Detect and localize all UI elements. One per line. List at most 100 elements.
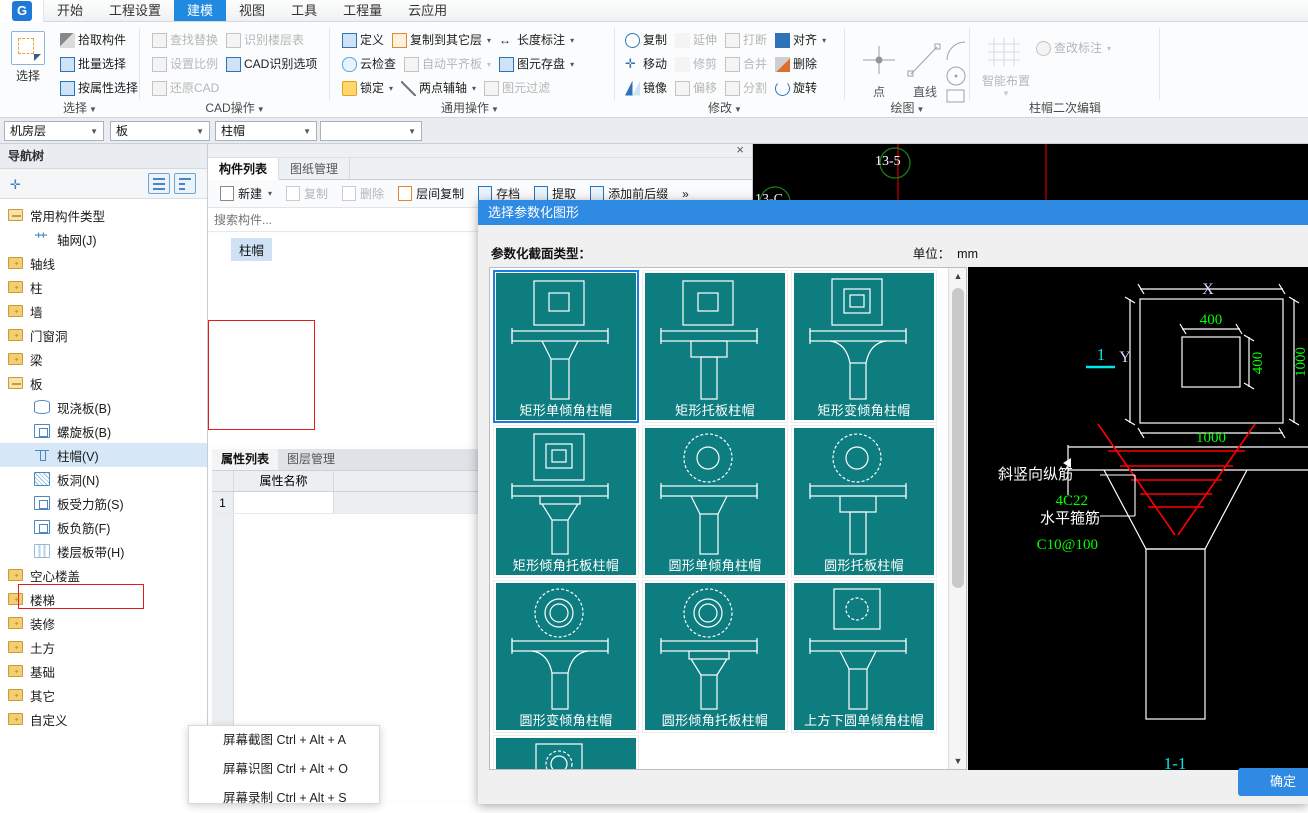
smart-layout-button[interactable]: 智能布置 ▼ [982,36,1030,98]
ribbon-item-rotate[interactable]: 旋转 [771,77,821,99]
tree-node-4[interactable]: 墙 [0,299,207,323]
ribbon-item-mirror[interactable]: 镜像 [621,77,671,99]
tree-node-12[interactable]: 板受力筋(S) [0,491,207,515]
tree-node-18[interactable]: 土方 [0,635,207,659]
ribbon-item-auto-align-slab[interactable]: 自动平齐板 ▾ [400,53,495,75]
tree-node-6[interactable]: 梁 [0,347,207,371]
draw-tool-point[interactable]: 点 [857,38,901,100]
row-value[interactable] [334,492,482,513]
menu-item-5[interactable]: 工程量 [330,0,395,21]
ribbon-item-length-dimension[interactable]: ↔ 长度标注 ▾ [495,29,578,51]
ribbon-item-offset[interactable]: 偏移 [671,77,721,99]
scroll-down-icon[interactable]: ▼ [949,753,966,769]
shape-grid-scrollbar[interactable]: ▲ ▼ [948,268,966,769]
tree-node-9[interactable]: 螺旋板(B) [0,419,207,443]
ribbon-item-restore-cad[interactable]: 还原CAD [148,77,223,99]
component-toolbar-delete[interactable]: 删除 [336,183,390,205]
draw-tool-line[interactable]: 直线 [903,38,947,100]
shape-option-6[interactable]: 圆形变倾角柱帽 [493,580,639,733]
tree-node-8[interactable]: 现浇板(B) [0,395,207,419]
ribbon-item-copy[interactable]: 复制 [621,29,671,51]
tree-node-19[interactable]: 基础 [0,659,207,683]
component-toolbar-copy[interactable]: 复制 [280,183,334,205]
ribbon-item-break[interactable]: 打断 [721,29,771,51]
shape-option-1[interactable]: 矩形托板柱帽 [642,270,788,423]
tab-component-list[interactable]: 构件列表 [208,158,280,180]
scroll-up-icon[interactable]: ▲ [949,268,966,284]
list-item[interactable]: 柱帽 [231,238,273,261]
tree-node-20[interactable]: 其它 [0,683,207,707]
ribbon-group-label-general[interactable]: 通用操作 ▼ [400,99,540,116]
floor-select[interactable]: 机房层 ▼ [4,121,104,141]
detail-view-icon[interactable] [174,173,196,194]
shape-option-7[interactable]: 圆形倾角托板柱帽 [642,580,788,733]
ribbon-group-label-cad[interactable]: CAD操作 ▼ [170,99,300,116]
ribbon-item-edit-dimension[interactable]: 查改标注 ▾ [1032,37,1115,59]
tree-node-13[interactable]: 板负筋(F) [0,515,207,539]
component-toolbar-interfloor-copy[interactable]: 层间复制 [392,183,470,205]
tree-node-1[interactable]: 轴网(J) [0,227,207,251]
tree-node-2[interactable]: 轴线 [0,251,207,275]
ribbon-item-align[interactable]: 对齐 ▾ [771,29,830,51]
ribbon-item-extend[interactable]: 延伸 [671,29,721,51]
ribbon-item-lock[interactable]: 锁定 ▾ [338,77,397,99]
shape-option-5[interactable]: 圆形托板柱帽 [791,425,937,578]
ribbon-item-cloud-check[interactable]: 云检查 [338,53,400,75]
shape-option-4[interactable]: 圆形单倾角柱帽 [642,425,788,578]
menu-item-2[interactable]: 建模 [174,0,227,21]
component-name-select[interactable]: ▼ [320,121,422,141]
add-icon[interactable]: ✛ [10,177,21,193]
shape-option-0[interactable]: 矩形单倾角柱帽 [493,270,639,423]
ribbon-item-identify-floor-table[interactable]: 识别楼层表 [222,29,308,51]
tree-node-7[interactable]: 板 [0,371,207,395]
ribbon-item-element-filter[interactable]: 图元过滤 [480,77,554,99]
table-row[interactable]: 1 [212,492,482,514]
tree-node-3[interactable]: 柱 [0,275,207,299]
tree-node-10[interactable]: 柱帽(V) [0,443,207,467]
row-name[interactable] [234,492,334,513]
ribbon-item-trim[interactable]: 修剪 [671,53,721,75]
shape-option-8[interactable]: 上方下圆单倾角柱帽 [791,580,937,733]
menu-item-4[interactable]: 工具 [278,0,330,21]
ribbon-group-label-select[interactable]: 选择 ▼ [40,99,120,116]
tab-property-list[interactable]: 属性列表 [212,449,279,470]
shape-option-9[interactable] [493,735,639,769]
category-select[interactable]: 板 ▼ [110,121,210,141]
ribbon-item-pick-component[interactable]: 拾取构件 [56,29,130,51]
tree-node-15[interactable]: 空心楼盖 [0,563,207,587]
ok-button[interactable]: 确定 [1238,768,1308,796]
draw-tool-arc[interactable] [943,38,969,67]
menu-item-1[interactable]: 工程设置 [96,0,174,21]
ribbon-item-two-point-aux-axis[interactable]: 两点辅轴 ▾ [397,77,480,99]
ribbon-item-set-scale[interactable]: 设置比例 [148,53,222,75]
tab-drawing-manager[interactable]: 图纸管理 [279,158,351,179]
shape-option-3[interactable]: 矩形倾角托板柱帽 [493,425,639,578]
tab-layer-manager[interactable]: 图层管理 [278,449,344,470]
ribbon-group-label-draw[interactable]: 绘图 ▼ [865,99,950,116]
shape-option-2[interactable]: 矩形变倾角柱帽 [791,270,937,423]
context-menu-item-1[interactable]: 屏幕识图 Ctrl + Alt + O [189,755,379,784]
ribbon-item-batch-select[interactable]: 批量选择 [56,53,130,75]
ribbon-item-move[interactable]: ✛ 移动 [621,53,671,75]
list-view-icon[interactable] [148,173,170,194]
menu-item-0[interactable]: 开始 [44,0,96,21]
close-icon[interactable]: × [736,142,744,157]
ribbon-item-select-by-attribute[interactable]: 按属性选择 [56,77,142,99]
component-type-select[interactable]: 柱帽 ▼ [215,121,317,141]
tree-node-21[interactable]: 自定义 [0,707,207,731]
tree-node-5[interactable]: 门窗洞 [0,323,207,347]
scrollbar-thumb[interactable] [952,288,964,588]
select-tool-button[interactable]: 选择 [8,28,48,96]
context-menu-item-2[interactable]: 屏幕录制 Ctrl + Alt + S [189,784,379,813]
tree-node-0[interactable]: 常用构件类型 [0,203,207,227]
component-toolbar-new[interactable]: 新建 ▾ [214,183,278,205]
ribbon-item-merge[interactable]: 合并 [721,53,771,75]
ribbon-item-cad-identify-options[interactable]: CAD识别选项 [222,53,321,75]
tree-node-16[interactable]: 楼梯 [0,587,207,611]
ribbon-item-delete[interactable]: 删除 [771,53,821,75]
ribbon-item-define[interactable]: 定义 [338,29,388,51]
ribbon-item-split[interactable]: 分割 [721,77,771,99]
ribbon-group-label-modify[interactable]: 修改 ▼ [670,99,780,116]
ribbon-item-element-save[interactable]: 图元存盘 ▾ [495,53,578,75]
tree-node-17[interactable]: 装修 [0,611,207,635]
